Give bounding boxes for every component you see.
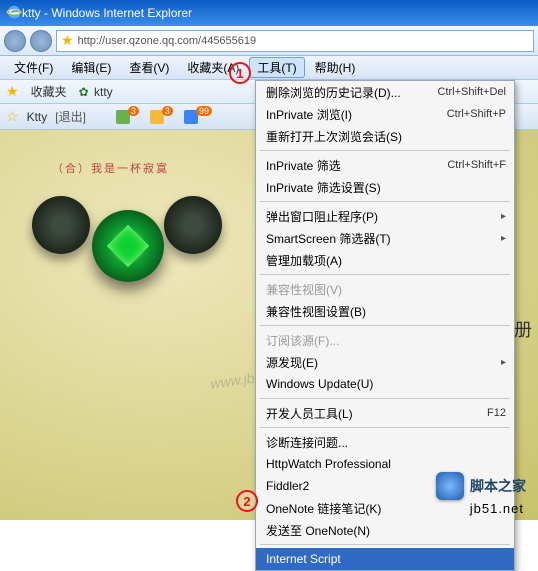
speaker-left-icon [32,196,90,254]
menu-separator [260,325,510,326]
menu-windows-update[interactable]: Windows Update(U) [256,373,514,395]
menu-separator [260,274,510,275]
menu-delete-history[interactable]: 删除浏览的历史记录(D)...Ctrl+Shift+Del [256,81,514,103]
menu-separator [260,150,510,151]
page-title: Ktty [27,110,48,124]
window-title: ktty - Windows Internet Explorer [22,6,192,20]
menu-manage-addons[interactable]: 管理加载项(A) [256,249,514,271]
menu-compat-view: 兼容性视图(V) [256,278,514,300]
cropped-text: 册 [514,316,532,342]
menu-separator [260,544,510,545]
watermark-brand: 脚本之家 [436,472,526,500]
menu-compat-view-settings[interactable]: 兼容性视图设置(B) [256,300,514,322]
favorites-label[interactable]: 收藏夹 [31,83,67,100]
menu-smartscreen[interactable]: SmartScreen 筛选器(T) [256,227,514,249]
nav-toolbar: ★ http://user.qzone.qq.com/445655619 [0,26,538,56]
profile-name: （合）我是一杯寂寞 [52,160,169,176]
logout-link[interactable]: [退出] [55,108,86,125]
menu-tools[interactable]: 工具(T) [249,57,304,78]
watermark-icon [436,472,464,500]
watermark-url: jb51.net [470,501,524,516]
menu-feed-discovery[interactable]: 源发现(E) [256,351,514,373]
menu-view[interactable]: 查看(V) [121,57,177,78]
badge-contacts[interactable]: 3 [116,110,142,124]
favorite-tab-ktty[interactable]: ✿ ktty [79,85,113,99]
menu-inprivate-filter-settings[interactable]: InPrivate 筛选设置(S) [256,176,514,198]
menu-bar: 文件(F) 编辑(E) 查看(V) 收藏夹(A) 工具(T) 帮助(H) [0,56,538,80]
profile-widget: （合）我是一杯寂寞 [32,190,222,310]
annotation-1: 1 [229,62,251,84]
qzone-icon: ✿ [79,85,89,99]
menu-subscribe-feed: 订阅该源(F)... [256,329,514,351]
badge-mail[interactable]: 3 [150,110,176,124]
favorites-star-icon[interactable]: ★ [6,83,19,100]
menu-send-to-onenote[interactable]: 发送至 OneNote(N) [256,519,514,541]
page-star-icon: ☆ [6,108,19,125]
forward-button[interactable] [30,30,52,52]
menu-file[interactable]: 文件(F) [6,57,61,78]
favorite-star-icon[interactable]: ★ [61,32,74,49]
menu-help[interactable]: 帮助(H) [307,57,364,78]
menu-diagnose[interactable]: 诊断连接问题... [256,431,514,453]
menu-popup-blocker[interactable]: 弹出窗口阻止程序(P) [256,205,514,227]
menu-inprivate-browse[interactable]: InPrivate 浏览(I)Ctrl+Shift+P [256,103,514,125]
menu-separator [260,427,510,428]
menu-separator [260,201,510,202]
address-bar[interactable]: ★ http://user.qzone.qq.com/445655619 [56,30,534,52]
annotation-2: 2 [236,490,258,512]
menu-reopen-session[interactable]: 重新打开上次浏览会话(S) [256,125,514,147]
menu-edit[interactable]: 编辑(E) [63,57,119,78]
speaker-right-icon [164,196,222,254]
diamond-avatar-icon [92,210,164,282]
window-titlebar: ktty - Windows Internet Explorer [0,0,538,26]
badge-msgs[interactable]: 99 [184,110,215,124]
ie-icon [6,4,22,23]
watermark-text: 脚本之家 [470,476,526,496]
menu-dev-tools[interactable]: 开发人员工具(L)F12 [256,402,514,424]
address-url: http://user.qzone.qq.com/445655619 [78,35,257,47]
back-button[interactable] [4,30,26,52]
menu-inprivate-filter[interactable]: InPrivate 筛选Ctrl+Shift+F [256,154,514,176]
menu-separator [260,398,510,399]
menu-internet-script[interactable]: Internet Script [256,548,514,570]
